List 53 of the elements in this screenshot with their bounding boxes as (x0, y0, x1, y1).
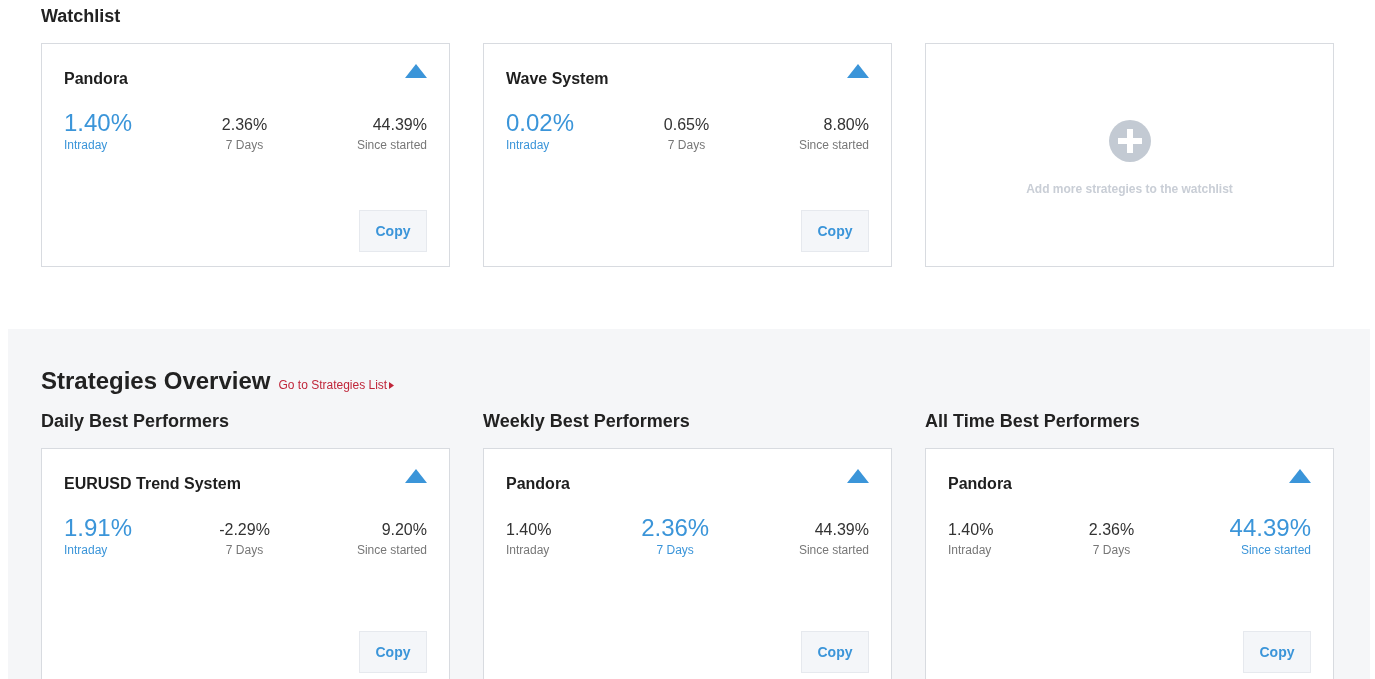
metric-value: 0.02% (506, 110, 575, 136)
caret-icon (389, 381, 395, 389)
metric-value: 44.39% (814, 520, 869, 540)
metric-label: 7 Days (225, 543, 264, 557)
strategy-name: Wave System (506, 70, 609, 88)
metric-value: 2.36% (1088, 520, 1135, 540)
metric-label: Intraday (506, 138, 550, 152)
metric-label: Intraday (64, 138, 108, 152)
up-triangle-icon (1289, 469, 1311, 483)
metric-value: 9.20% (381, 520, 427, 540)
metric-label: 7 Days (225, 138, 264, 152)
copy-button[interactable]: Copy (801, 631, 869, 673)
metric-value: 1.40% (506, 520, 552, 540)
metric-value: 1.40% (948, 520, 994, 540)
metric-value: 1.40% (64, 110, 133, 136)
up-triangle-icon (847, 469, 869, 483)
up-triangle-icon (405, 469, 427, 483)
up-triangle-icon (405, 64, 427, 78)
strategy-name: Pandora (948, 475, 1012, 493)
metric-label: Intraday (506, 543, 550, 557)
column-heading: Weekly Best Performers (483, 411, 690, 432)
metric-label: 7 Days (667, 138, 706, 152)
copy-button[interactable]: Copy (801, 210, 869, 252)
strategies-list-link[interactable]: Go to Strategies List (278, 378, 395, 392)
metric-label: 7 Days (1092, 543, 1131, 557)
copy-button[interactable]: Copy (359, 631, 427, 673)
strategy-name: EURUSD Trend System (64, 475, 241, 493)
metric-label: Since started (798, 543, 869, 557)
metric-value: 44.39% (1229, 515, 1311, 541)
metric-label: 7 Days (656, 543, 694, 557)
metric-value: 2.36% (641, 515, 710, 541)
metric-label: Since started (798, 138, 869, 152)
metric-label: Since started (1240, 543, 1311, 557)
section-title: Watchlist (41, 6, 121, 27)
plus-icon (1108, 120, 1151, 162)
section-title: Strategies Overview (41, 367, 271, 395)
metric-label: Intraday (64, 543, 108, 557)
column-heading: All Time Best Performers (925, 411, 1140, 432)
metric-value: 1.91% (64, 515, 133, 541)
strategy-name: Pandora (64, 70, 128, 88)
metric-label: Since started (356, 138, 427, 152)
copy-button[interactable]: Copy (359, 210, 427, 252)
copy-button[interactable]: Copy (1243, 631, 1311, 673)
metric-label: Intraday (948, 543, 992, 557)
metric-value: 44.39% (372, 115, 427, 135)
metric-value: -2.29% (219, 520, 270, 540)
metric-value: 2.36% (221, 115, 268, 135)
column-heading: Daily Best Performers (41, 411, 230, 432)
metric-value: 0.65% (663, 115, 710, 135)
metric-label: Since started (356, 543, 427, 557)
metric-value: 8.80% (823, 115, 869, 135)
strategy-name: Pandora (506, 475, 570, 493)
up-triangle-icon (847, 64, 869, 78)
